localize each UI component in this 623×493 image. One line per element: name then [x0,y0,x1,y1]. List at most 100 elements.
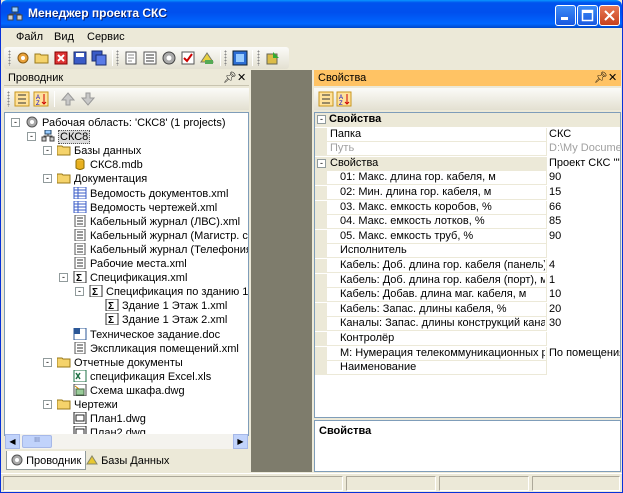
sort-alpha-icon[interactable]: AZ [336,91,352,107]
tree-node[interactable]: Кабельный журнал (Магистр. соеди [73,228,248,243]
tree-node[interactable]: Документация [57,172,147,186]
property-value[interactable]: 10 [546,288,620,303]
toolbar-grip[interactable] [7,91,10,107]
tree-node[interactable]: Чертежи [57,398,118,412]
build-icon[interactable] [199,50,215,66]
tree-node[interactable]: Кабельный журнал (Телефония).xm [73,242,248,257]
checklist-icon[interactable] [180,50,196,66]
category-expander[interactable]: - [317,115,326,124]
list-icon[interactable] [142,50,158,66]
property-row[interactable]: М: Нумерация телекоммуникационных розето… [315,346,620,361]
maximize-button[interactable] [577,5,598,26]
menu-file[interactable]: Файл [16,31,43,43]
property-row[interactable]: 02: Мин. длина гор. кабеля, м 15 [315,186,620,200]
tree-node[interactable]: СКС8 [41,130,91,145]
open-folder-icon[interactable] [34,50,50,66]
close-button[interactable] [599,5,620,26]
expander-toggle[interactable]: - [59,273,68,283]
tree-node[interactable]: Ведомость чертежей.xml [73,200,217,215]
expander-toggle[interactable]: - [43,357,52,367]
pin-icon[interactable]: 📌︎ [594,71,608,84]
tree-node[interactable]: Σ Спецификация.xml [73,271,187,285]
expander-toggle[interactable]: - [43,146,52,156]
title-bar[interactable]: Менеджер проекта СКС [1,0,622,28]
network-icon[interactable] [232,50,248,66]
tree-node[interactable]: Σ Здание 1 Этаж 1.xml [105,299,227,313]
tree-node[interactable]: Кабельный журнал (ЛВС).xml [73,214,240,229]
scroll-thumb[interactable]: III [22,435,52,448]
property-row[interactable]: Путь D:\My Documents [315,142,620,157]
tree-node[interactable]: СКС8.mdb [73,158,143,172]
property-value[interactable]: D:\My Documents [546,142,620,157]
tree-node[interactable]: Рабочая область: 'СКС8' (1 projects) [25,116,226,130]
property-row[interactable]: Кабель: Доб. длина гор. кабеля (порт), м… [315,273,620,288]
property-row[interactable]: Кабель: Добав. длина маг. кабеля, м 10 [315,288,620,303]
tree-node[interactable]: Экспликация помещений.xml [73,341,239,356]
property-category[interactable]: - Свойства [315,113,620,127]
toolbar-grip[interactable] [8,50,11,66]
tree-node[interactable]: Σ Спецификация по зданию 1.xml [89,285,248,299]
settings-icon[interactable] [15,50,31,66]
close-panel-icon[interactable]: ✕ [237,71,246,84]
property-row[interactable]: Исполнитель [315,244,620,259]
tree-node[interactable]: Σ Здание 1 Этаж 2.xml [105,313,227,327]
tree-node[interactable]: План1.dwg [73,412,146,426]
property-value[interactable]: СКС [546,127,620,142]
toolbar-grip[interactable] [257,50,260,66]
property-row[interactable]: Контролёр [315,332,620,346]
toolbar-grip[interactable] [224,50,227,66]
move-up-icon[interactable] [60,91,76,107]
tree-node[interactable]: Рабочие места.xml [73,257,187,271]
property-row[interactable]: Кабель: Запас. длины кабеля, % 20 [315,302,620,317]
property-value[interactable]: 90 [546,171,620,186]
property-row[interactable]: Каналы: Запас. длины конструкций каналов… [315,317,620,332]
property-value[interactable]: По помещениям [546,346,620,361]
category-expander[interactable]: - [317,158,326,168]
property-value[interactable]: Проект СКС "" [546,156,620,171]
project-tree[interactable]: - Рабочая область: 'СКС8' (1 projects) - СК… [4,112,249,436]
expander-toggle[interactable]: - [43,400,52,409]
tree-node[interactable]: Схема шкафа.dwg [73,383,185,398]
save-all-icon[interactable] [91,50,107,66]
new-document-icon[interactable] [123,50,139,66]
expander-toggle[interactable]: - [43,174,52,184]
property-value[interactable]: 1 [546,273,620,288]
run-icon[interactable] [265,50,281,66]
tab-explorer[interactable]: Проводник [6,451,87,470]
property-value[interactable]: 85 [546,215,620,230]
tree-node[interactable]: Ведомость документов.xml [73,186,228,201]
move-down-icon[interactable] [80,91,96,107]
property-value[interactable] [546,244,620,259]
scroll-right-button[interactable]: ▶ [233,434,248,449]
gear-icon[interactable] [161,50,177,66]
tree-node[interactable]: Базы данных [57,144,141,158]
menu-service[interactable]: Сервис [87,31,125,43]
tree-node[interactable]: спецификация Excel.xls [73,369,211,384]
property-row[interactable]: 03. Макс. емкость коробов, % 66 [315,200,620,215]
expander-toggle[interactable]: - [11,118,20,127]
close-project-icon[interactable] [53,50,69,66]
property-grid[interactable]: -СвойстваПапкаСКСПутьD:\My Documents-Сво… [314,112,621,418]
property-row[interactable]: - Свойства Проект СКС "" [315,156,620,171]
pin-icon[interactable]: 📌︎ [223,71,237,84]
tree-horizontal-scrollbar[interactable]: ◀ III ▶ [5,434,248,449]
expander-toggle[interactable]: - [27,132,36,142]
property-row[interactable]: 04. Макс. емкость лотков, % 85 [315,215,620,230]
property-value[interactable]: 4 [546,259,620,273]
tree-node[interactable]: Отчетные документы [57,356,183,370]
property-row[interactable]: 01: Макс. длина гор. кабеля, м 90 [315,171,620,186]
property-row[interactable]: Наименование [315,361,620,376]
property-row[interactable]: Кабель: Доб. длина гор. кабеля (панель),… [315,259,620,273]
categorized-view-icon[interactable] [318,91,334,107]
toolbar-grip[interactable] [116,50,119,66]
property-value[interactable]: 20 [546,302,620,317]
property-value[interactable] [546,332,620,346]
close-panel-icon[interactable]: ✕ [608,71,617,84]
tree-node[interactable]: Техническое задание.doc [73,327,220,342]
scroll-left-button[interactable]: ◀ [5,434,20,449]
property-row[interactable]: 05. Макс. емкость труб, % 90 [315,229,620,244]
property-row[interactable]: Папка СКС [315,127,620,142]
property-value[interactable]: 90 [546,229,620,244]
property-value[interactable]: 15 [546,186,620,200]
expander-toggle[interactable]: - [75,287,84,297]
